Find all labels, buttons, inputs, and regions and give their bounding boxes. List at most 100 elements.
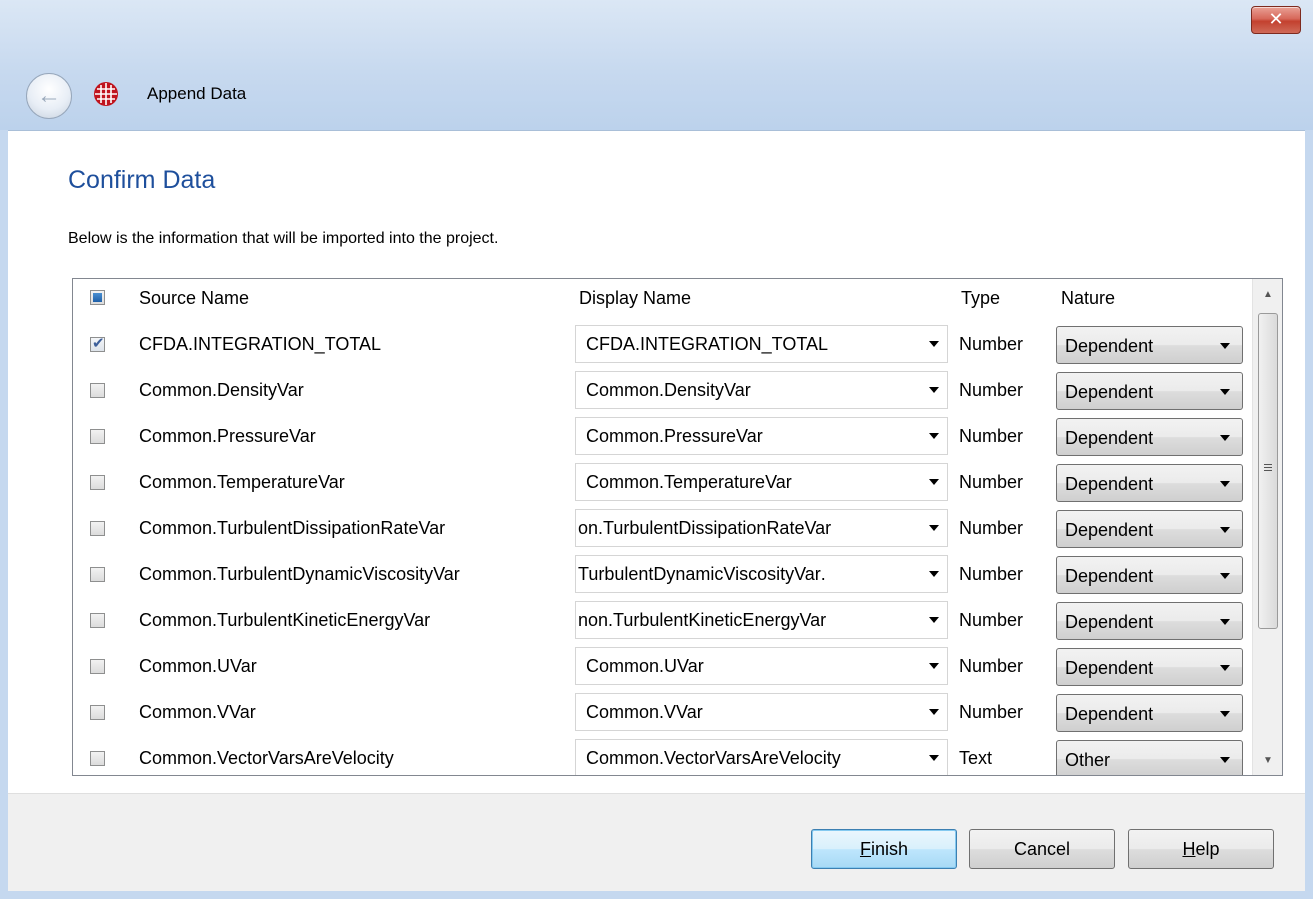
dropdown-arrow-icon[interactable]	[929, 755, 939, 761]
display-name-value: Common.TemperatureVar	[586, 472, 792, 492]
type-cell: Text	[959, 748, 993, 768]
nature-dropdown[interactable]: Dependent	[1056, 326, 1243, 364]
nature-value: Dependent	[1065, 382, 1154, 402]
display-name-combobox[interactable]: Common.TemperatureVar	[575, 463, 948, 501]
page-heading: Confirm Data	[68, 166, 216, 194]
dropdown-arrow-icon[interactable]	[1220, 665, 1230, 671]
select-all-checkbox[interactable]	[90, 290, 105, 305]
row-checkbox[interactable]	[90, 383, 105, 398]
dropdown-arrow-icon[interactable]	[1220, 389, 1230, 395]
source-name-cell: Common.TurbulentDynamicViscosityVar	[139, 564, 460, 584]
table-row[interactable]: CFDA.INTEGRATION_TOTAL CFDA.INTEGRATION_T…	[73, 321, 1253, 367]
display-name-combobox[interactable]: Common.VectorVarsAreVelocity	[575, 739, 948, 775]
dropdown-arrow-icon[interactable]	[1220, 757, 1230, 763]
grip-icon	[1264, 464, 1272, 465]
nature-dropdown[interactable]: Dependent	[1056, 510, 1243, 548]
nature-dropdown[interactable]: Dependent	[1056, 418, 1243, 456]
dropdown-arrow-icon[interactable]	[929, 709, 939, 715]
nature-dropdown[interactable]: Other	[1056, 740, 1243, 775]
scroll-down-arrow-icon[interactable]: ▼	[1253, 745, 1282, 775]
dropdown-arrow-icon[interactable]	[1220, 435, 1230, 441]
table-row[interactable]: Common.UVar Common.UVar Number Dependent	[73, 643, 1253, 689]
display-name-combobox[interactable]: on.TurbulentDissipationRateVar	[575, 509, 948, 547]
row-checkbox[interactable]	[90, 334, 105, 352]
back-button[interactable]: ←	[26, 73, 72, 119]
back-arrow-icon: ←	[37, 82, 61, 109]
display-name-value: Common.VVar	[586, 702, 703, 722]
display-name-combobox[interactable]: Common.PressureVar	[575, 417, 948, 455]
display-name-value: on.TurbulentDissipationRateVar	[578, 518, 832, 538]
display-name-combobox[interactable]: non.TurbulentKineticEnergyVar	[575, 601, 948, 639]
display-name-combobox[interactable]: .TurbulentDynamicViscosityVar	[575, 555, 948, 593]
dropdown-arrow-icon[interactable]	[1220, 481, 1230, 487]
display-name-value: Common.PressureVar	[586, 426, 763, 446]
source-name-cell: Common.VVar	[139, 702, 256, 722]
row-checkbox[interactable]	[90, 705, 105, 720]
source-name-cell: Common.PressureVar	[139, 426, 316, 446]
nature-dropdown[interactable]: Dependent	[1056, 372, 1243, 410]
help-button[interactable]: Help	[1128, 829, 1274, 869]
nature-value: Dependent	[1065, 658, 1154, 678]
row-checkbox[interactable]	[90, 751, 105, 766]
vertical-scrollbar[interactable]: ▲ ▼	[1252, 279, 1282, 775]
table-row[interactable]: Common.TurbulentKineticEnergyVar non.Turb…	[73, 597, 1253, 643]
table-row[interactable]: Common.TurbulentDynamicViscosityVar .Turb…	[73, 551, 1253, 597]
nature-value: Dependent	[1065, 474, 1154, 494]
cancel-button[interactable]: Cancel	[969, 829, 1115, 869]
dropdown-arrow-icon[interactable]	[929, 479, 939, 485]
nature-value: Other	[1065, 750, 1111, 770]
scroll-thumb[interactable]	[1258, 313, 1278, 629]
table-row[interactable]: Common.PressureVar Common.PressureVar Numb…	[73, 413, 1253, 459]
table-row[interactable]: Common.VectorVarsAreVelocity Common.Vecto…	[73, 735, 1253, 775]
dropdown-arrow-icon[interactable]	[929, 525, 939, 531]
title-bar	[0, 0, 1313, 131]
dropdown-arrow-icon[interactable]	[1220, 343, 1230, 349]
row-checkbox[interactable]	[90, 429, 105, 444]
nature-dropdown[interactable]: Dependent	[1056, 464, 1243, 502]
column-header-display-name[interactable]: Display Name	[579, 279, 691, 317]
nature-dropdown[interactable]: Dependent	[1056, 556, 1243, 594]
dropdown-arrow-icon[interactable]	[929, 617, 939, 623]
row-checkbox[interactable]	[90, 521, 105, 536]
dropdown-arrow-icon[interactable]	[1220, 573, 1230, 579]
column-header-source-name[interactable]: Source Name	[139, 279, 249, 317]
type-cell: Number	[959, 610, 1024, 630]
display-name-value: Common.UVar	[586, 656, 704, 676]
table-row[interactable]: Common.TemperatureVar Common.TemperatureV…	[73, 459, 1253, 505]
nature-dropdown[interactable]: Dependent	[1056, 648, 1243, 686]
row-checkbox[interactable]	[90, 475, 105, 490]
dropdown-arrow-icon[interactable]	[1220, 619, 1230, 625]
close-button[interactable]: ✕	[1251, 6, 1301, 34]
table-row[interactable]: Common.TurbulentDissipationRateVar on.Tur…	[73, 505, 1253, 551]
dropdown-arrow-icon[interactable]	[1220, 711, 1230, 717]
type-cell: Number	[959, 564, 1024, 584]
source-name-cell: CFDA.INTEGRATION_TOTAL	[139, 334, 382, 354]
display-name-combobox[interactable]: CFDA.INTEGRATION_TOTAL	[575, 325, 948, 363]
dropdown-arrow-icon[interactable]	[929, 387, 939, 393]
dropdown-arrow-icon[interactable]	[929, 663, 939, 669]
column-header-nature[interactable]: Nature	[1061, 279, 1115, 317]
type-cell: Number	[959, 334, 1024, 354]
display-name-value: .TurbulentDynamicViscosityVar	[578, 564, 826, 584]
nature-dropdown[interactable]: Dependent	[1056, 694, 1243, 732]
display-name-value: CFDA.INTEGRATION_TOTAL	[586, 334, 829, 354]
dropdown-arrow-icon[interactable]	[929, 433, 939, 439]
table-row[interactable]: Common.DensityVar Common.DensityVar Number…	[73, 367, 1253, 413]
source-name-cell: Common.DensityVar	[139, 380, 304, 400]
finish-button[interactable]: Finish	[811, 829, 957, 869]
table-row[interactable]: Common.VVar Common.VVar Number Dependent	[73, 689, 1253, 735]
dropdown-arrow-icon[interactable]	[929, 341, 939, 347]
row-checkbox[interactable]	[90, 659, 105, 674]
dropdown-arrow-icon[interactable]	[1220, 527, 1230, 533]
row-checkbox[interactable]	[90, 613, 105, 628]
column-header-type[interactable]: Type	[961, 279, 1000, 317]
display-name-combobox[interactable]: Common.VVar	[575, 693, 948, 731]
source-name-cell: Common.TemperatureVar	[139, 472, 345, 492]
display-name-combobox[interactable]: Common.UVar	[575, 647, 948, 685]
display-name-combobox[interactable]: Common.DensityVar	[575, 371, 948, 409]
display-name-value: non.TurbulentKineticEnergyVar	[578, 610, 827, 630]
dropdown-arrow-icon[interactable]	[929, 571, 939, 577]
row-checkbox[interactable]	[90, 567, 105, 582]
scroll-up-arrow-icon[interactable]: ▲	[1253, 279, 1282, 309]
nature-dropdown[interactable]: Dependent	[1056, 602, 1243, 640]
